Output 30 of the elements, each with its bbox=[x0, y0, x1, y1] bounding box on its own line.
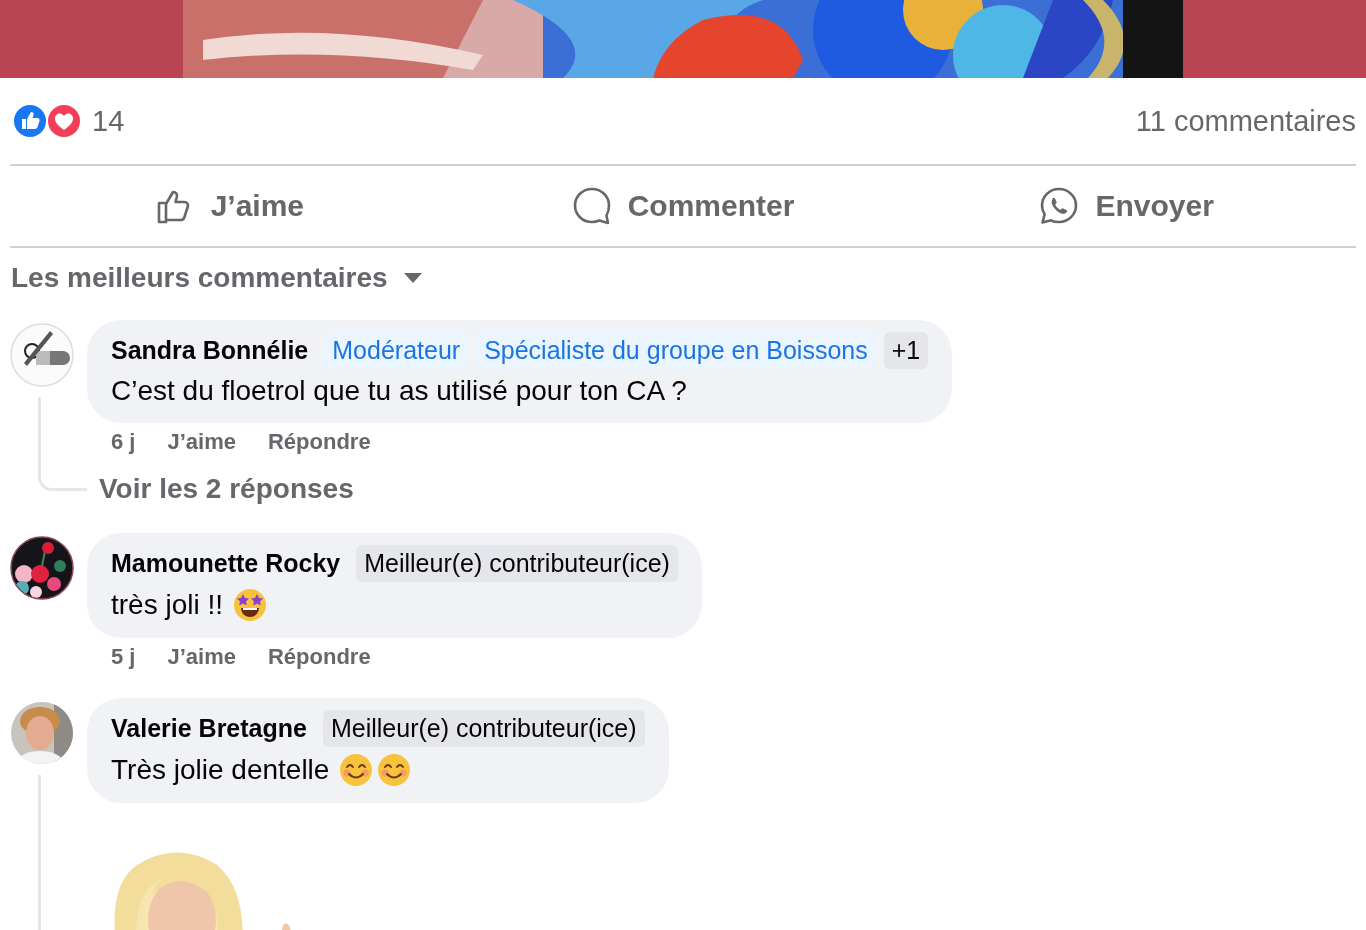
comment-text: C’est du floetrol que tu as utilisé pour ton CA ? bbox=[111, 375, 687, 407]
caret-icon bbox=[403, 272, 422, 284]
role-label: +1 bbox=[883, 332, 929, 369]
timestamp: 5 j bbox=[111, 644, 136, 670]
role-label: Meilleur(e) contributeur(ice) bbox=[356, 545, 678, 582]
like-button[interactable]: J’aime bbox=[0, 166, 459, 246]
timestamp: 6 j bbox=[111, 429, 136, 455]
thumbs-up-icon bbox=[12, 103, 48, 139]
view-replies-link[interactable]: Voir les 2 réponses bbox=[99, 473, 354, 505]
like-link[interactable]: J’aime bbox=[167, 644, 236, 670]
star-eyes-emoji-icon bbox=[233, 588, 268, 622]
reaction-count[interactable]: 14 bbox=[92, 104, 125, 138]
phone-bubble-icon bbox=[1039, 186, 1080, 226]
comment-count[interactable]: 11 commentaires bbox=[1135, 104, 1356, 138]
like-link[interactable]: J’aime bbox=[167, 429, 236, 455]
speech-bubble-icon bbox=[571, 186, 612, 226]
reply-link[interactable]: Répondre bbox=[267, 429, 371, 455]
author-name[interactable]: Valerie Bretagne bbox=[111, 714, 307, 743]
reply-link[interactable]: Répondre bbox=[267, 644, 371, 670]
author-name[interactable]: Mamounette Rocky bbox=[111, 549, 341, 578]
author-name[interactable]: Sandra Bonnélie bbox=[111, 336, 309, 365]
smiling-emoji-icon bbox=[377, 753, 412, 787]
sort-dropdown[interactable]: Les meilleurs commentaires bbox=[11, 260, 422, 296]
smiling-emoji-icon bbox=[339, 753, 374, 787]
comment-text: Très jolie dentelle bbox=[111, 754, 330, 786]
role-label: Modérateur bbox=[324, 332, 469, 369]
thread-connector bbox=[38, 455, 87, 491]
comment-text: très joli !! bbox=[111, 589, 224, 621]
role-label: Spécialiste du groupe en Boissons bbox=[476, 332, 876, 369]
role-label: Meilleur(e) contributeur(ice) bbox=[322, 710, 645, 747]
